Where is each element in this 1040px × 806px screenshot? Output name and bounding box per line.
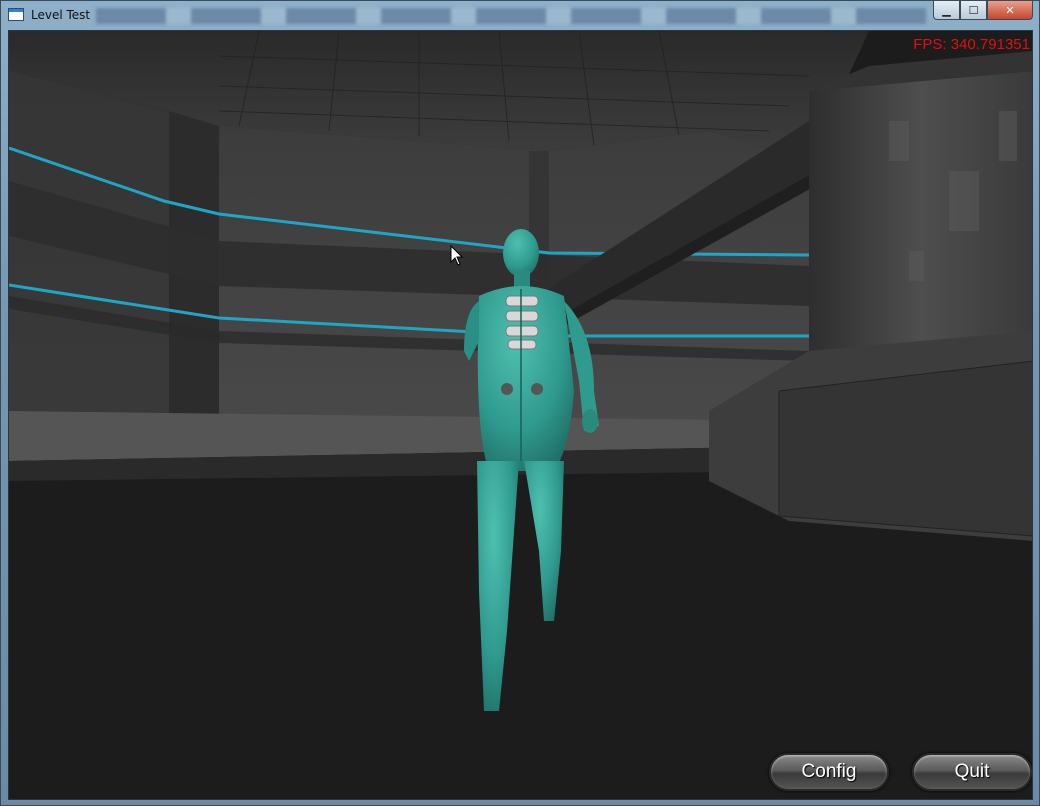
mouse-cursor-icon bbox=[450, 245, 464, 266]
app-window-icon bbox=[8, 8, 24, 21]
maximize-icon: ☐ bbox=[968, 3, 979, 17]
close-icon: ✕ bbox=[1005, 3, 1015, 17]
game-viewport[interactable]: FPS: 340.791351 Config Quit bbox=[8, 30, 1033, 800]
title-bar[interactable]: Level Test ▁ ☐ ✕ bbox=[1, 1, 1039, 30]
quit-button[interactable]: Quit bbox=[912, 753, 1032, 791]
window-controls: ▁ ☐ ✕ bbox=[933, 1, 1033, 21]
blurred-background bbox=[96, 8, 926, 24]
game-scene bbox=[9, 31, 1032, 799]
window-title: Level Test bbox=[31, 8, 91, 22]
minimize-icon: ▁ bbox=[942, 3, 951, 17]
config-button[interactable]: Config bbox=[769, 753, 889, 791]
maximize-button[interactable]: ☐ bbox=[960, 1, 987, 20]
close-button[interactable]: ✕ bbox=[987, 1, 1033, 20]
fps-counter: FPS: 340.791351 bbox=[913, 36, 1030, 53]
minimize-button[interactable]: ▁ bbox=[933, 1, 960, 20]
app-window: Level Test ▁ ☐ ✕ FPS: 340.791351 Config … bbox=[0, 0, 1040, 806]
